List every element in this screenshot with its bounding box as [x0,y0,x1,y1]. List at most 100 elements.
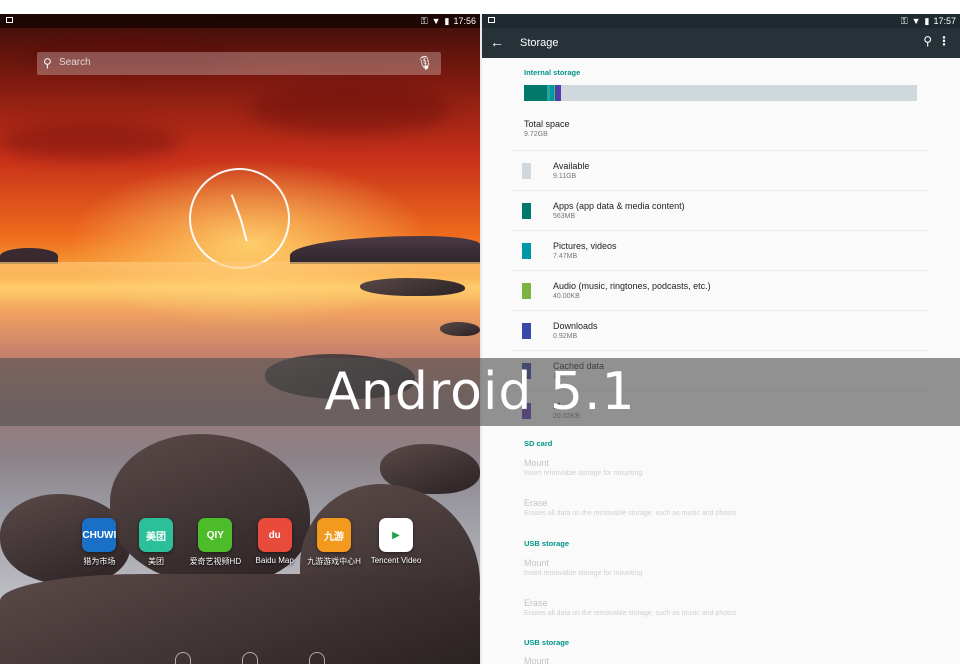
usb-mount-subtitle: Insert removable storage for mounting [524,570,643,577]
storage-bar-segment [524,85,547,101]
storage-category-item[interactable]: Downloads 0.92MB [512,310,928,350]
home-nav-icon[interactable] [241,652,258,664]
sd-mount-item[interactable]: Mount Insert removable storage for mount… [524,458,928,498]
sd-erase-title: Erase [524,498,548,508]
island-right [290,236,480,264]
section-header-usb-2: USB storage [524,638,570,647]
app-dock: CHUWI 猎为市场 美团 美团 QIY 爱奇艺视频HD du Baidu Map 九游 九游游戏… [70,518,422,568]
app-label: 美团 [148,557,164,566]
sd-mount-subtitle: Insert removable storage for mounting [524,470,643,477]
clock-minute-hand [240,219,248,242]
iqiyi-icon: QIY [198,518,233,552]
storage-category-item[interactable]: Audio (music, ringtones, podcasts, etc.)… [512,270,928,310]
category-title: Available [553,161,590,171]
sd-mount-title: Mount [524,458,550,468]
category-title: Pictures, videos [553,241,617,251]
app-shortcut[interactable]: CHUWI 猎为市场 [78,518,121,568]
chuwi-market-icon: CHUWI [82,518,117,552]
section-header-sd-card: SD card [524,439,553,448]
app-label: 九游游戏中心H [307,557,361,566]
storage-category-item[interactable]: Apps (app data & media content) 563MB [512,190,928,230]
usb-erase-item[interactable]: Erase Erases all data on the removable s… [524,598,928,638]
key-icon: ⚿ [900,16,908,26]
category-size: 40.00KB [553,293,580,300]
usb-erase-subtitle: Erases all data on the removable storage… [524,610,737,617]
app-label: Tencent Video [370,556,422,565]
app-shortcut[interactable]: du Baidu Map [253,518,296,568]
section-header-internal: Internal storage [524,68,581,77]
storage-settings: ← Storage ⚲ ⋮ Internal storage Total spa… [482,28,960,664]
screenshot-notification-icon [488,17,495,23]
back-arrow-icon[interactable]: ← [490,34,504,50]
rock [0,574,480,664]
recents-nav-icon[interactable] [308,652,325,664]
banner-text: Android 5.1 [324,362,636,422]
clock-hour-hand [230,194,242,221]
category-size: 9.11GB [553,173,577,180]
category-color-swatch [522,323,531,339]
sd-erase-item[interactable]: Erase Erases all data on the removable s… [524,498,928,538]
category-color-swatch [522,243,531,259]
baidu-map-icon: du [257,518,292,552]
storage-category-item[interactable]: Pictures, videos 7.47MB [512,230,928,270]
jiuyou-icon: 九游 [317,518,352,552]
home-screen: ⚲ Search 🎙 CHUWI 猎为市场 美团 美团 QIY 爱奇艺视频HD du Baid… [0,14,480,664]
app-shortcut[interactable]: QIY 爱奇艺视频HD [189,518,242,568]
microphone-icon[interactable]: 🎙 [416,55,433,71]
category-size: 7.47MB [553,253,578,260]
meituan-icon: 美团 [139,518,173,552]
section-header-usb: USB storage [524,539,570,548]
battery-icon: ▮ [924,16,930,26]
page-title: Storage [520,37,559,49]
wifi-icon: ▼ [431,16,441,26]
google-search-bar[interactable]: ⚲ Search 🎙 [37,52,441,75]
app-label: 猎为市场 [83,557,116,566]
app-label: 爱奇艺视频HD [189,557,242,566]
rock [360,278,465,296]
category-color-swatch [522,163,531,179]
sky-cloud [0,124,180,160]
usb-mount-title: Mount [524,558,550,568]
search-icon[interactable]: ⚲ [923,34,932,48]
total-space-value: 9.72GB [524,131,548,138]
category-title: Apps (app data & media content) [553,201,685,211]
search-icon: ⚲ [43,56,52,70]
storage-usage-bar [524,85,917,101]
category-color-swatch [522,283,531,299]
more-options-icon[interactable]: ⋮ [938,34,950,48]
app-toolbar: ← Storage ⚲ ⋮ [482,28,960,58]
app-shortcut[interactable]: ▶ Tencent Video [370,518,422,568]
back-nav-icon[interactable] [175,652,192,664]
usb-erase-title: Erase [524,598,548,608]
category-size: 0.92MB [553,333,578,340]
app-label: Baidu Map [255,556,294,565]
sky-cloud [250,84,450,134]
top-strip [0,0,960,14]
usb2-mount-item[interactable]: Mount [524,656,928,664]
battery-icon: ▮ [444,16,450,26]
sd-erase-subtitle: Erases all data on the removable storage… [524,510,737,517]
wifi-icon: ▼ [911,16,921,26]
status-bar-right: ⚿ ▼ ▮ 17:57 [482,14,960,28]
tencent-video-icon: ▶ [379,518,414,552]
search-placeholder: Search [59,57,91,68]
category-title: Audio (music, ringtones, podcasts, etc.) [553,281,711,291]
navigation-bar [150,652,350,664]
usb2-mount-title: Mount [524,656,550,664]
key-icon: ⚿ [420,16,428,26]
android-version-banner: Android 5.1 [0,358,960,426]
storage-bar-segment [557,85,561,101]
status-bar-left: ⚿ ▼ ▮ 17:56 [0,14,480,28]
app-shortcut[interactable]: 美团 美团 [135,518,178,568]
category-title: Downloads [553,321,598,331]
status-time: 17:57 [933,16,956,26]
usb-mount-item[interactable]: Mount Insert removable storage for mount… [524,558,928,598]
analog-clock-widget[interactable] [189,168,290,269]
screenshot-notification-icon [6,17,13,23]
app-shortcut[interactable]: 九游九游游戏中心H [307,518,361,568]
storage-category-item[interactable]: Available 9.11GB [512,150,928,190]
rock [440,322,480,336]
status-time: 17:56 [453,16,476,26]
total-space-label: Total space [524,119,570,129]
category-color-swatch [522,203,531,219]
